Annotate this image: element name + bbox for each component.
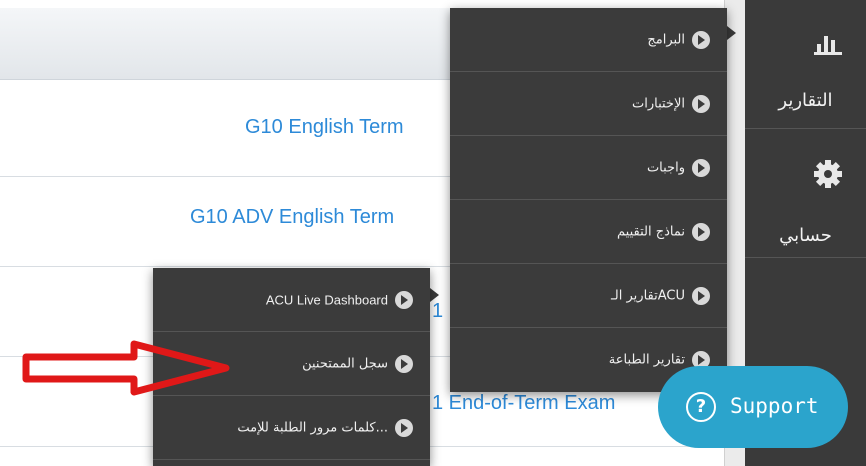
menu-item-rubrics[interactable]: نماذج التقييم <box>450 200 727 264</box>
gear-icon <box>814 160 842 188</box>
menu-item-label: الإختبارات <box>632 96 685 111</box>
list-bullet-icon <box>395 354 413 373</box>
menu-item-acu-live-dashboard[interactable]: ACU Live Dashboard <box>153 268 430 332</box>
annotation-arrow-icon <box>22 340 230 396</box>
exam-link-4[interactable]: 1 End-of-Term Exam <box>432 392 615 415</box>
sidebar-item-label: التقارير <box>778 90 833 111</box>
submenu-pointer <box>727 26 736 40</box>
reports-menu: البرامج الإختبارات واجبات نماذج التقييم … <box>450 8 727 392</box>
screen: G10 English Term G10 ADV English Term 1 … <box>0 0 866 466</box>
menu-item-label: كلمات مرور الطلبة للإمت... <box>237 420 388 435</box>
menu-item-homework[interactable]: واجبات <box>450 136 727 200</box>
menu-item-programs[interactable]: البرامج <box>450 8 727 72</box>
menu-item-label: نماذج التقييم <box>617 224 685 239</box>
menu-item-label: ACU Live Dashboard <box>265 292 388 307</box>
support-label: Support <box>730 394 819 418</box>
menu-item-label: سجل الممتحنين <box>302 356 388 371</box>
menu-item-label: البرامج <box>647 32 685 47</box>
sidebar-item-reports[interactable]: التقارير <box>745 0 866 128</box>
list-bullet-icon <box>692 94 710 113</box>
menu-item-student-passwords[interactable]: كلمات مرور الطلبة للإمت... <box>153 396 430 460</box>
menu-item-acu-reports[interactable]: تقارير الـACU <box>450 264 727 328</box>
list-bullet-icon <box>692 286 710 305</box>
bar-chart-icon <box>814 36 842 55</box>
list-bullet-icon <box>395 418 413 437</box>
exam-link-1[interactable]: G10 English Term <box>245 116 404 139</box>
sidebar-item-account[interactable]: حسابي <box>745 129 866 257</box>
sidebar-divider <box>745 257 866 258</box>
menu-item-label: تقارير الطباعة <box>608 352 685 368</box>
exam-link-3[interactable]: 1 <box>432 300 443 323</box>
submenu-pointer <box>430 288 439 302</box>
list-bullet-icon <box>692 222 710 241</box>
list-bullet-icon <box>692 158 710 177</box>
menu-item-exams[interactable]: الإختبارات <box>450 72 727 136</box>
sidebar-item-label: حسابي <box>779 225 832 246</box>
list-bullet-icon <box>395 290 413 309</box>
question-circle-icon: ? <box>686 392 716 422</box>
menu-item-label: واجبات <box>646 160 685 175</box>
menu-item-label: تقارير الـACU <box>610 288 685 303</box>
exam-link-2[interactable]: G10 ADV English Term <box>190 206 394 229</box>
list-bullet-icon <box>692 30 710 49</box>
support-button[interactable]: ? Support <box>658 366 848 448</box>
